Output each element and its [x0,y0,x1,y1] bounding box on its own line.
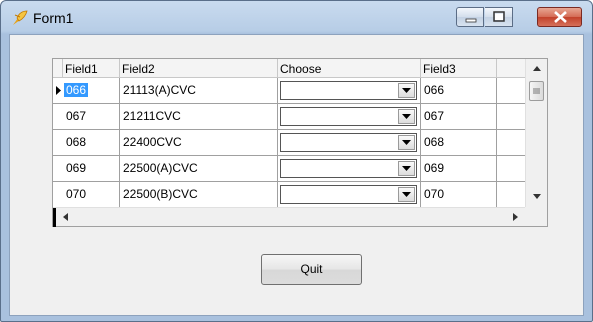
form-window: Form1 Field1 Field2 Choose Field3 066 21… [0,0,593,322]
cell-field1[interactable]: 067 [63,104,120,129]
cell-field3[interactable]: 069 [421,156,497,181]
cell-choose[interactable] [278,182,421,207]
row-header[interactable] [53,156,63,181]
dropdown-arrow-icon[interactable] [398,187,415,202]
cell-choose[interactable] [278,156,421,181]
column-header-blank [497,59,525,77]
scroll-thumb[interactable] [529,81,544,101]
cell-field1[interactable]: 068 [63,130,120,155]
dropdown-arrow-icon[interactable] [398,109,415,124]
row-header[interactable] [53,104,63,129]
row-header[interactable] [53,182,63,207]
cell-field3[interactable]: 070 [421,182,497,207]
data-grid[interactable]: Field1 Field2 Choose Field3 066 21113(A)… [52,58,548,227]
choose-dropdown[interactable] [280,133,417,152]
cell-field1[interactable]: 070 [63,182,120,207]
cell-blank [497,156,525,181]
scroll-left-arrow-icon [63,213,68,221]
scroll-right-arrow-icon [513,213,518,221]
column-header-choose[interactable]: Choose [278,59,421,77]
cell-choose[interactable] [278,78,421,103]
close-icon [554,11,567,23]
vertical-scrollbar[interactable] [525,59,547,207]
column-header-field3[interactable]: Field3 [421,59,497,77]
cell-field3[interactable]: 068 [421,130,497,155]
cell-field2[interactable]: 22500(B)CVC [120,182,278,207]
choose-dropdown[interactable] [280,107,417,126]
grid-header: Field1 Field2 Choose Field3 [53,59,525,78]
scroll-up-arrow-icon [533,66,541,71]
cell-field1[interactable]: 066 [63,78,120,103]
dropdown-arrow-icon[interactable] [398,83,415,98]
scroll-down-arrow-icon [533,194,541,199]
table-row[interactable]: 069 22500(A)CVC 069 [53,156,525,182]
row-header-corner [53,59,63,77]
cell-blank [497,130,525,155]
current-row-indicator-icon [53,78,63,103]
maximize-button[interactable] [485,7,513,27]
pencil-feather-icon [11,9,29,27]
cell-field3[interactable]: 067 [421,104,497,129]
cell-blank [497,78,525,103]
cell-field2[interactable]: 21211CVC [120,104,278,129]
row-header[interactable] [53,130,63,155]
minimize-icon [465,18,477,23]
cell-field2[interactable]: 22400CVC [120,130,278,155]
quit-button[interactable]: Quit [261,254,362,285]
table-row[interactable]: 068 22400CVC 068 [53,130,525,156]
title-bar[interactable]: Form1 [1,1,592,34]
cell-choose[interactable] [278,130,421,155]
column-header-field1[interactable]: Field1 [63,59,120,77]
choose-dropdown[interactable] [280,159,417,178]
column-header-field2[interactable]: Field2 [120,59,278,77]
cell-field1[interactable]: 069 [63,156,120,181]
cell-blank [497,182,525,207]
horizontal-scrollbar[interactable] [53,207,525,227]
table-row[interactable]: 067 21211CVC 067 [53,104,525,130]
cell-field2[interactable]: 22500(A)CVC [120,156,278,181]
choose-dropdown[interactable] [280,81,417,100]
choose-dropdown[interactable] [280,185,417,204]
dropdown-arrow-icon[interactable] [398,135,415,150]
dropdown-arrow-icon[interactable] [398,161,415,176]
cell-field3[interactable]: 066 [421,78,497,103]
cell-choose[interactable] [278,104,421,129]
cell-field2[interactable]: 21113(A)CVC [120,78,278,103]
table-row[interactable]: 070 22500(B)CVC 070 [53,182,525,208]
close-button[interactable] [537,7,582,27]
window-title: Form1 [33,10,74,26]
table-row[interactable]: 066 21113(A)CVC 066 [53,78,525,104]
scrollbar-corner [525,207,547,226]
minimize-button[interactable] [456,7,484,27]
cell-blank [497,104,525,129]
